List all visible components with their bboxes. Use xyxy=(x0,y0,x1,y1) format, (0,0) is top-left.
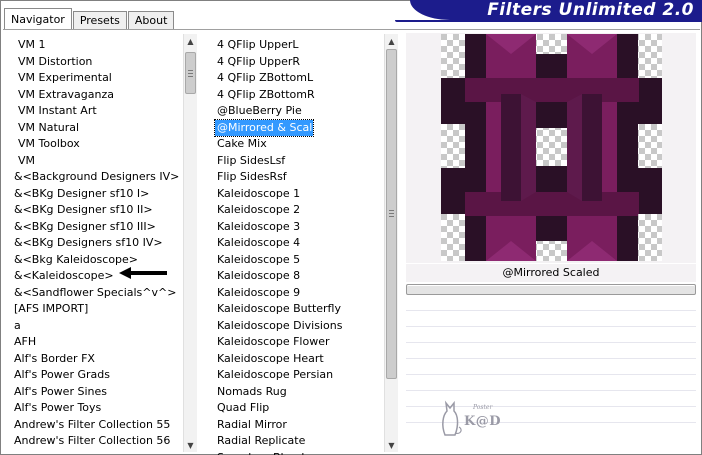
filter-item[interactable]: Kaleidoscope 9 xyxy=(215,285,316,302)
tab-strip: Navigator Presets About xyxy=(4,7,175,29)
category-item[interactable]: &<Bkg Kaleidoscope> xyxy=(14,252,182,269)
filter-item[interactable]: Flip SidesRsf xyxy=(215,169,316,186)
category-item[interactable]: VM Experimental xyxy=(14,70,182,87)
category-item[interactable]: AFH xyxy=(14,334,182,351)
category-scroll-thumb[interactable] xyxy=(185,52,196,94)
filter-item[interactable]: @BlueBerry Pie xyxy=(215,103,316,120)
category-item[interactable]: &<Sandflower Specials^v^> xyxy=(14,285,182,302)
watermark-text: K@D xyxy=(464,414,502,429)
filter-item[interactable]: Kaleidoscope Persian xyxy=(215,367,333,384)
category-item[interactable]: VM Natural xyxy=(14,120,182,137)
scroll-up-arrow-icon[interactable]: ▲ xyxy=(184,34,197,48)
filter-item[interactable]: 4 QFlip UpperL xyxy=(215,37,316,54)
filter-item[interactable]: 4 QFlip ZBottomR xyxy=(215,87,316,104)
watermark-small-text: Poster xyxy=(473,404,493,411)
filter-item[interactable]: Nomads Rug xyxy=(215,384,316,401)
category-item[interactable]: &<Background Designers IV> xyxy=(14,169,182,186)
filter-item[interactable]: Radial Mirror xyxy=(215,417,316,434)
filter-item[interactable]: 4 QFlip ZBottomL xyxy=(215,70,316,87)
filter-item[interactable]: Kaleidoscope 2 xyxy=(215,202,316,219)
filter-item[interactable]: Kaleidoscope 4 xyxy=(215,235,316,252)
filter-item[interactable]: Kaleidoscope Heart xyxy=(215,351,324,368)
scroll-down-arrow-icon[interactable]: ▼ xyxy=(385,438,398,452)
filter-item[interactable]: Kaleidoscope 1 xyxy=(215,186,316,203)
preview-image xyxy=(441,34,662,261)
category-item[interactable]: [AFS IMPORT] xyxy=(14,301,182,318)
filter-item[interactable]: Kaleidoscope 8 xyxy=(215,268,316,285)
category-item[interactable]: Alf's Border FX xyxy=(14,351,182,368)
category-item[interactable]: a xyxy=(14,318,182,335)
filter-item[interactable]: Kaleidoscope Butterfly xyxy=(215,301,341,318)
tab-navigator[interactable]: Navigator xyxy=(4,8,72,29)
category-item[interactable]: Alf's Power Toys xyxy=(14,400,182,417)
scroll-up-arrow-icon[interactable]: ▲ xyxy=(385,34,398,48)
filter-item[interactable]: @Mirrored & Scaled xyxy=(214,118,326,137)
category-item[interactable]: VM 1 xyxy=(14,37,182,54)
progress-bar xyxy=(406,284,696,295)
category-scrollbar[interactable]: ▲ ▼ xyxy=(183,34,197,452)
scroll-down-arrow-icon[interactable]: ▼ xyxy=(184,438,197,452)
filter-item[interactable]: Seamless Blend xyxy=(215,450,316,455)
filter-scrollbar[interactable]: ▲ ▼ xyxy=(384,34,398,452)
category-item[interactable]: Andrew's Filter Collection 56 xyxy=(14,433,182,450)
filter-item[interactable]: Cake Mix xyxy=(215,136,316,153)
category-item[interactable]: Alf's Power Grads xyxy=(14,367,182,384)
category-item[interactable]: VM Distortion xyxy=(14,54,182,71)
category-item[interactable]: &<BKg Designer sf10 II> xyxy=(14,202,182,219)
tab-about[interactable]: About xyxy=(127,11,175,29)
filter-item[interactable]: Kaleidoscope 5 xyxy=(215,252,316,269)
app-title: Filters Unlimited 2.0 xyxy=(487,0,694,20)
filter-item[interactable]: Kaleidoscope Divisions xyxy=(215,318,342,335)
filter-item[interactable]: 4 QFlip UpperR xyxy=(215,54,316,71)
category-item[interactable]: VM xyxy=(14,153,182,170)
category-item[interactable]: &<BKg Designer sf10 I> xyxy=(14,186,182,203)
filter-scroll-thumb[interactable] xyxy=(386,49,397,379)
category-list[interactable]: VM 1 VM Distortion VM Experimental VM Extra… xyxy=(14,37,182,450)
filter-item[interactable]: Flip SidesLsf xyxy=(215,153,316,170)
filter-list[interactable]: 4 QFlip UpperL 4 QFlip UpperR 4 QFlip ZBot… xyxy=(214,37,383,455)
category-item[interactable]: Alf's Power Sines xyxy=(14,384,182,401)
tab-presets[interactable]: Presets xyxy=(72,11,127,29)
filter-item[interactable]: Radial Replicate xyxy=(215,433,316,450)
title-banner-underline xyxy=(395,20,702,22)
category-item[interactable]: VM Extravaganza xyxy=(14,87,182,104)
filter-item[interactable]: Kaleidoscope 3 xyxy=(215,219,316,236)
filter-item[interactable]: Quad Flip xyxy=(215,400,316,417)
filter-item[interactable]: Kaleidoscope Flower xyxy=(215,334,330,351)
preview-caption: @Mirrored Scaled xyxy=(406,264,696,282)
category-item[interactable]: VM Toolbox xyxy=(14,136,182,153)
category-item[interactable]: &<BKg Designer sf10 III> xyxy=(14,219,182,236)
category-item[interactable]: VM Instant Art xyxy=(14,103,182,120)
category-item[interactable]: &<BKg Designers sf10 IV> xyxy=(14,235,182,252)
pointer-arrow-icon xyxy=(119,267,167,279)
category-item[interactable]: Andrew's Filter Collection 55 xyxy=(14,417,182,434)
